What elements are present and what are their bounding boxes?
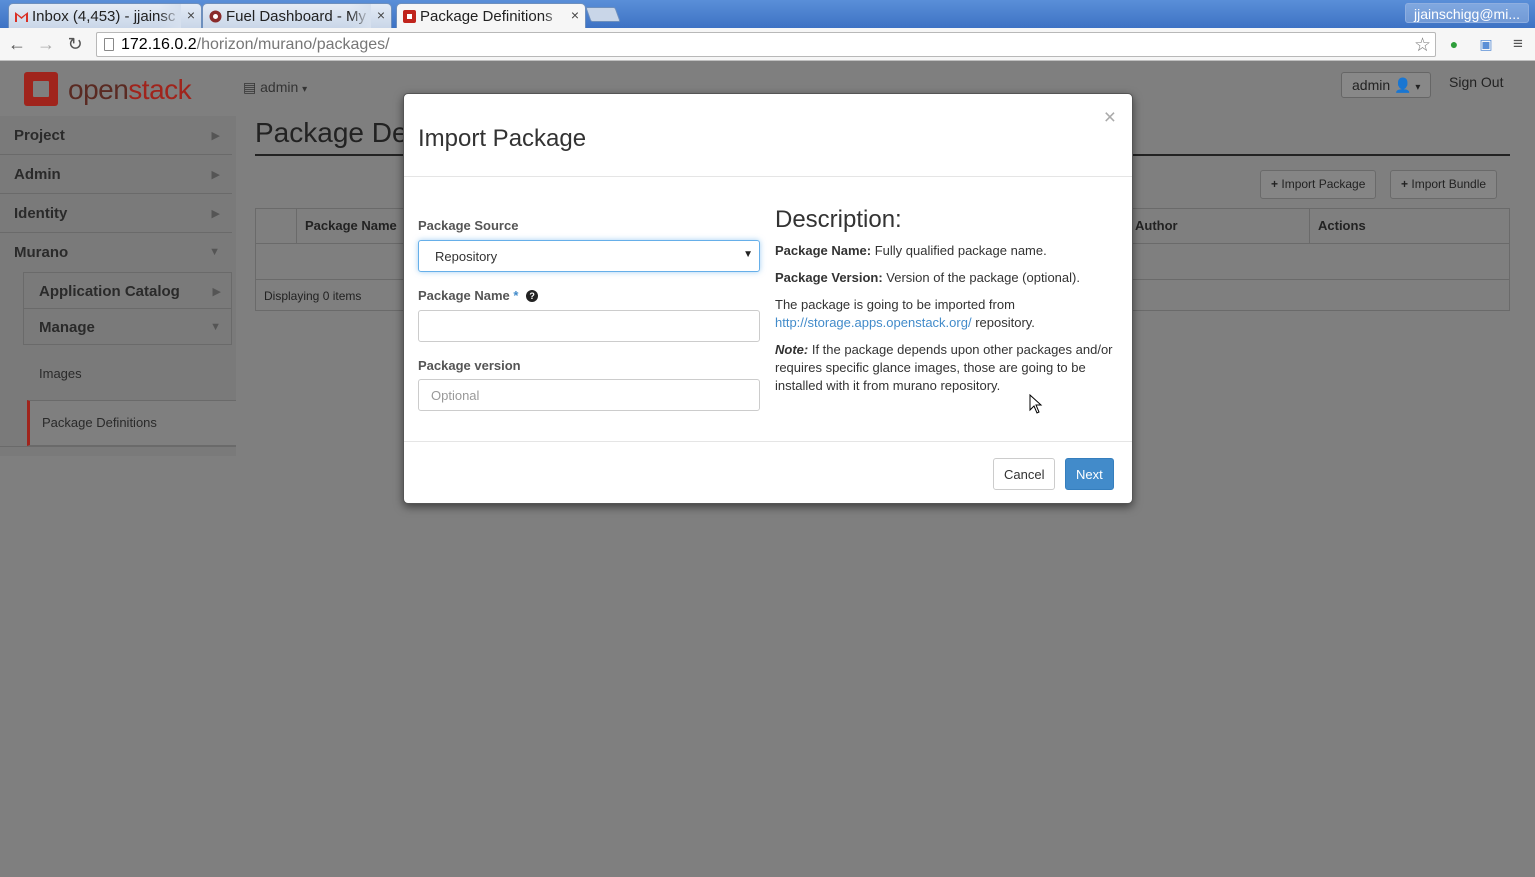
sidebar-item-project[interactable]: Project ▶ [0, 116, 232, 155]
caret-down-icon: ▾ [302, 84, 308, 95]
sidebar-item-application-catalog[interactable]: Application Catalog ▶ [23, 272, 232, 309]
page-title: Package Def [255, 117, 416, 148]
description-heading: Description: [775, 206, 902, 233]
sidebar-item-manage[interactable]: Manage ▼ [23, 308, 232, 345]
chevron-right-icon: ▶ [212, 286, 221, 298]
sidebar-item-murano[interactable]: Murano ▼ [0, 233, 232, 272]
package-version-input[interactable]: Optional [418, 379, 760, 411]
column-header[interactable]: Author [1135, 218, 1178, 233]
browser-toolbar: ← → ↻ 172.16.0.2/horizon/murano/packages… [0, 28, 1535, 61]
mouse-cursor-icon [1029, 394, 1043, 414]
openstack-icon [403, 10, 416, 23]
chevron-right-icon: ▶ [211, 208, 220, 220]
tab-close-icon[interactable]: × [187, 7, 195, 23]
package-version-label: Package version [418, 358, 521, 373]
desc-repository: The package is going to be imported from… [775, 297, 1035, 330]
tab-title: Package Definitions [420, 8, 553, 25]
column-header[interactable]: Package Name [305, 218, 397, 233]
column-header[interactable]: Actions [1318, 218, 1366, 233]
package-name-input[interactable] [418, 310, 760, 342]
url-host: 172.16.0.2 [121, 36, 197, 53]
chevron-right-icon: ▶ [211, 169, 220, 181]
address-bar[interactable]: 172.16.0.2/horizon/murano/packages/ ☆ [96, 32, 1436, 57]
tab-package-definitions[interactable]: Package Definitions × [396, 3, 586, 28]
tab-gmail[interactable]: Inbox (4,453) - jjainsc × [8, 3, 202, 28]
user-dropdown[interactable]: admin 👤 ▾ [1341, 72, 1432, 98]
profile-button[interactable]: jjainschigg@mi... [1404, 3, 1529, 23]
chevron-down-icon: ▼ [210, 321, 221, 333]
package-source-label: Package Source [418, 218, 519, 233]
sidebar-item-images[interactable]: Images [27, 352, 232, 398]
gmail-icon [15, 12, 28, 22]
desc-note: Note: If the package depends upon other … [775, 342, 1113, 393]
forward-icon[interactable]: → [35, 33, 57, 55]
sidebar-item-package-definitions[interactable]: Package Definitions [27, 400, 236, 446]
package-name-label: Package Name * ? [418, 288, 539, 303]
modal-title: Import Package [418, 125, 587, 152]
tab-title: Fuel Dashboard - My [226, 8, 367, 25]
caret-down-icon: ▾ [1415, 82, 1421, 93]
reload-icon[interactable]: ↻ [64, 33, 86, 55]
modal-header: Import Package × [404, 94, 1132, 177]
back-icon[interactable]: ← [6, 33, 28, 55]
project-list-icon: ▤ [243, 79, 257, 95]
url-path: /horizon/murano/packages/ [196, 36, 390, 53]
hangouts-icon[interactable]: ● [1445, 35, 1463, 53]
import-package-button[interactable]: + Import Package [1260, 170, 1377, 199]
project-dropdown[interactable]: ▤ admin ▾ [243, 79, 307, 96]
sign-out-link[interactable]: Sign Out [1449, 74, 1503, 90]
new-tab-button[interactable] [585, 7, 621, 22]
close-icon[interactable]: × [1104, 106, 1116, 130]
tab-title: Inbox (4,453) - jjainsc [32, 8, 176, 25]
sidebar-item-admin[interactable]: Admin ▶ [0, 155, 232, 194]
desc-package-version: Package Version: Version of the package … [775, 270, 1080, 285]
menu-icon[interactable]: ≡ [1509, 35, 1527, 53]
bookmark-star-icon[interactable]: ☆ [1414, 34, 1431, 57]
description-panel: Description: Package Name: Fully qualifi… [775, 208, 1120, 404]
import-bundle-button[interactable]: + Import Bundle [1390, 170, 1498, 199]
tab-close-icon[interactable]: × [377, 7, 385, 23]
import-package-modal: Import Package × Package Source Reposito… [403, 93, 1133, 504]
sidebar-item-identity[interactable]: Identity ▶ [0, 194, 232, 233]
repository-link[interactable]: http://storage.apps.openstack.org/ [775, 315, 972, 330]
table-footer: Displaying 0 items [264, 289, 362, 303]
sidebar: Project ▶ Admin ▶ Identity ▶ Murano ▼ Applic… [0, 116, 236, 456]
chevron-right-icon: ▶ [211, 130, 220, 142]
page-icon [104, 38, 114, 51]
package-source-select[interactable]: Repository ▼ [418, 240, 760, 272]
cancel-button[interactable]: Cancel [993, 458, 1056, 490]
caret-down-icon: ▼ [743, 249, 753, 260]
tab-fuel[interactable]: Fuel Dashboard - My × [202, 3, 392, 28]
plus-icon: + [1401, 177, 1409, 191]
chevron-down-icon: ▼ [209, 246, 220, 258]
fuel-icon [209, 10, 222, 23]
next-button[interactable]: Next [1065, 458, 1114, 490]
version-placeholder: Optional [431, 388, 480, 403]
modal-footer-divider [404, 441, 1132, 442]
user-icon: 👤 [1394, 77, 1412, 93]
desc-package-name: Package Name: Fully qualified package na… [775, 243, 1047, 258]
browser-tabstrip: Inbox (4,453) - jjainsc × Fuel Dashboard… [0, 0, 1535, 28]
required-mark: * [513, 288, 519, 303]
help-icon[interactable]: ? [526, 290, 539, 302]
tab-close-icon[interactable]: × [571, 7, 579, 23]
camera-icon[interactable]: ▣ [1477, 35, 1495, 53]
plus-icon: + [1271, 177, 1279, 191]
